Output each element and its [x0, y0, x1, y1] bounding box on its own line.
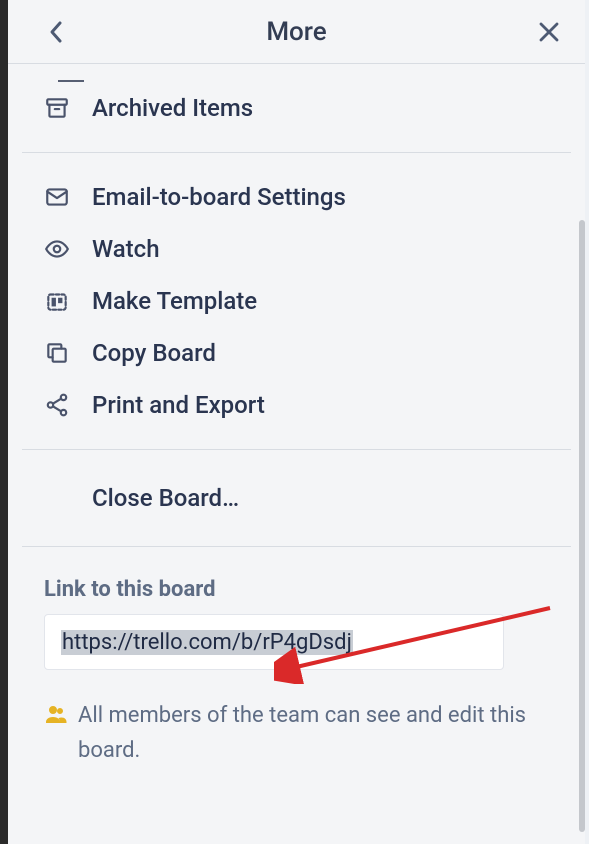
truncated-item-top — [58, 70, 84, 82]
eye-icon — [44, 236, 70, 262]
board-link-input[interactable]: https://trello.com/b/rP4gDsdj — [44, 614, 504, 670]
back-button[interactable] — [42, 18, 70, 46]
menu-label: Make Template — [92, 287, 257, 315]
panel-title: More — [266, 17, 326, 47]
menu-label: Email-to-board Settings — [92, 183, 346, 211]
menu-label: Archived Items — [92, 94, 253, 122]
chevron-left-icon — [48, 20, 64, 44]
permission-text: All members of the team can see and edit… — [78, 698, 549, 768]
panel-header: More — [8, 0, 585, 64]
permission-row: All members of the team can see and edit… — [44, 698, 549, 768]
board-link-value: https://trello.com/b/rP4gDsdj — [61, 630, 353, 655]
menu-label: Print and Export — [92, 391, 265, 419]
menu-label: Close Board… — [44, 484, 239, 512]
mail-icon — [44, 184, 70, 210]
menu-close-board[interactable]: Close Board… — [22, 472, 571, 524]
menu-watch[interactable]: Watch — [22, 223, 571, 275]
copy-icon — [44, 340, 70, 366]
menu-copy-board[interactable]: Copy Board — [22, 327, 571, 379]
team-icon — [44, 702, 68, 726]
menu-label: Copy Board — [92, 339, 216, 367]
share-icon — [44, 392, 70, 418]
template-icon — [44, 288, 70, 314]
menu-email-settings[interactable]: Email-to-board Settings — [22, 171, 571, 223]
menu-label: Watch — [92, 235, 160, 263]
menu-print-export[interactable]: Print and Export — [22, 379, 571, 431]
close-button[interactable] — [535, 18, 563, 46]
menu-archived-items[interactable]: Archived Items — [22, 82, 571, 134]
menu-make-template[interactable]: Make Template — [22, 275, 571, 327]
panel-body: Archived Items Email-to-board Settings W… — [8, 64, 585, 844]
link-section: Link to this board https://trello.com/b/… — [22, 547, 571, 768]
close-icon — [538, 21, 560, 43]
archive-icon — [44, 95, 70, 121]
link-label: Link to this board — [44, 577, 549, 602]
scrollbar-thumb[interactable] — [579, 220, 585, 832]
